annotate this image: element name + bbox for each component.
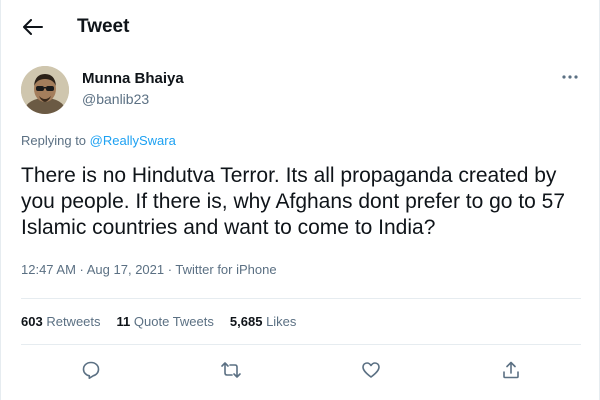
more-options-button[interactable] [559,68,581,86]
quote-tweets-stat[interactable]: 11 Quote Tweets [117,314,214,329]
author-handle[interactable]: @banlib23 [82,91,149,107]
retweets-count: 603 [21,314,43,329]
engagement-stats: 603 Retweets 11 Quote Tweets 5,685 Likes [21,314,296,329]
divider [21,344,581,345]
share-button[interactable] [497,356,525,384]
top-header: Tweet [1,0,599,54]
tweet-text: There is no Hindutva Terror. Its all pro… [21,164,566,239]
replying-to-line: Replying to @ReallySwara [21,133,176,148]
likes-count: 5,685 [229,314,263,329]
tweet-detail-view: Tweet Munna Bhaiya @banlib23 Replying to… [0,0,600,400]
quote-tweets-label: Quote Tweets [133,314,214,329]
divider [21,298,581,299]
arrow-left-icon [23,19,43,35]
reply-icon [81,360,101,380]
retweets-stat[interactable]: 603 Retweets [21,314,101,329]
like-button[interactable] [357,356,385,384]
tweet-action-bar [21,356,581,384]
retweet-button[interactable] [217,356,245,384]
reply-button[interactable] [77,356,105,384]
share-icon [501,360,521,380]
more-horizontal-icon [562,75,578,79]
reply-mention-link[interactable]: @ReallySwara [90,133,176,148]
page-title: Tweet [77,16,130,37]
author-row: Munna Bhaiya @banlib23 [21,64,581,116]
quote-tweets-count: 11 [116,314,131,329]
likes-stat[interactable]: 5,685 Likes [230,314,297,329]
tweet-timestamp-source[interactable]: 12:47 AM · Aug 17, 2021 · Twitter for iP… [21,262,277,277]
avatar[interactable] [21,66,69,114]
author-name[interactable]: Munna Bhaiya [82,70,184,87]
retweet-icon [220,360,242,380]
retweets-label: Retweets [46,314,101,329]
like-heart-icon [361,360,381,380]
likes-label: Likes [266,314,297,329]
replying-to-label: Replying to [21,133,90,148]
back-button[interactable] [19,13,47,41]
